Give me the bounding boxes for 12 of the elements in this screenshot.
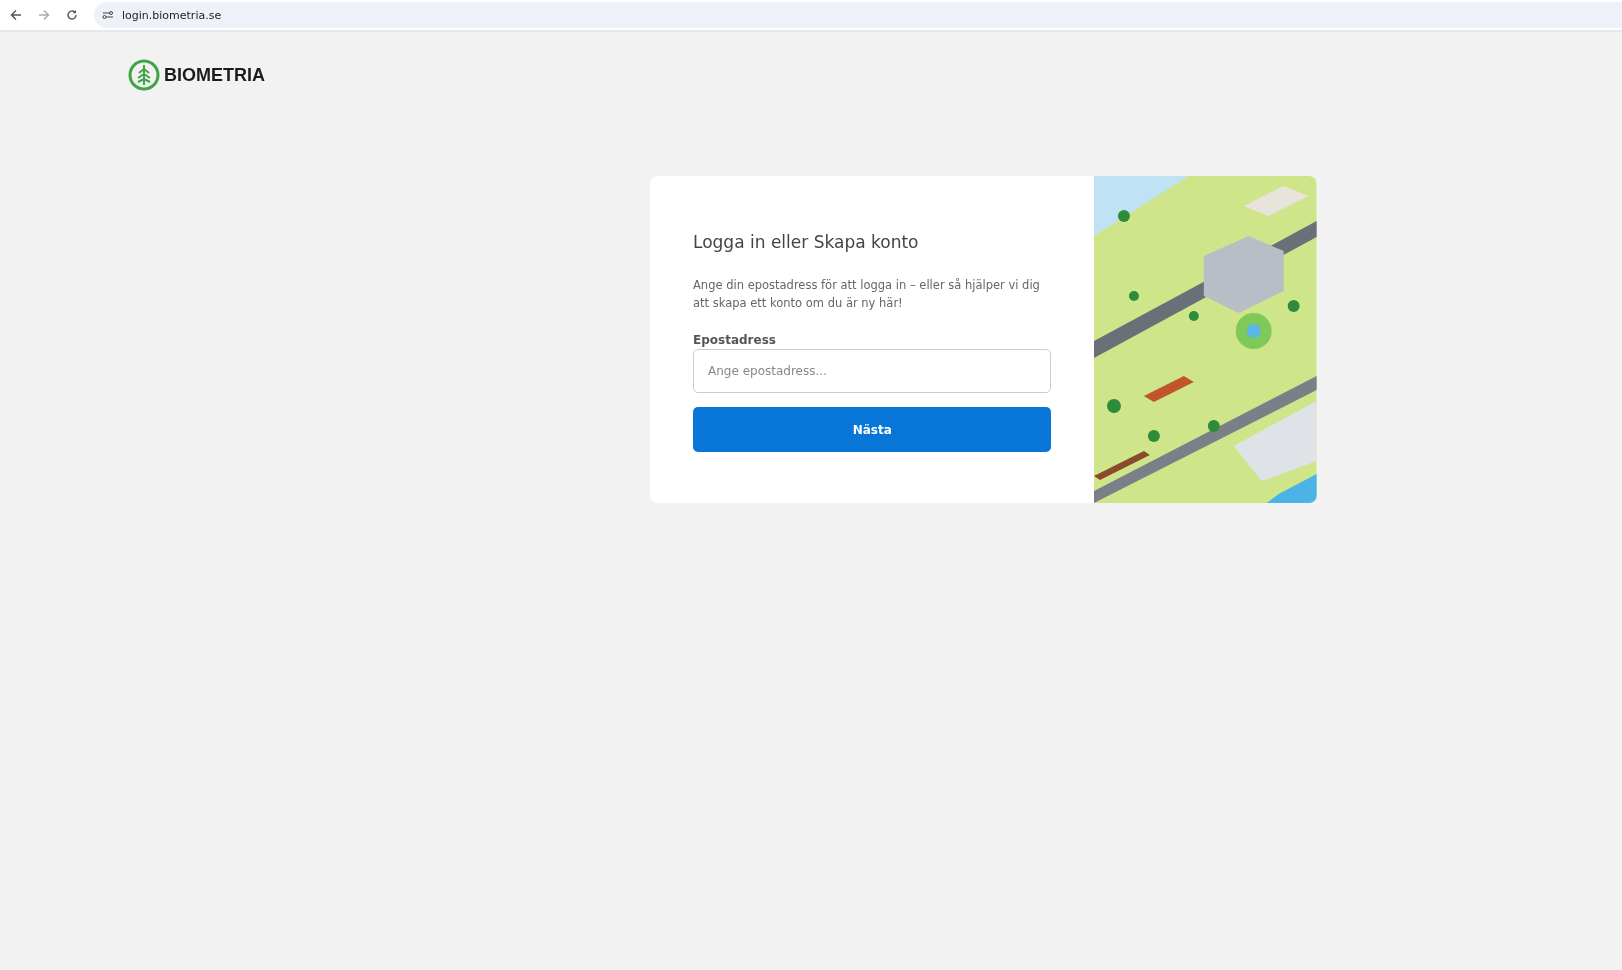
url-text: login.biometria.se — [122, 8, 222, 22]
address-bar[interactable]: login.biometria.se — [94, 2, 1622, 28]
reload-icon[interactable] — [66, 9, 78, 21]
login-title: Logga in eller Skapa konto — [693, 232, 920, 252]
site-settings-icon[interactable] — [102, 10, 114, 20]
login-description: Ange din epostadress för att logga in – eller så hjälper vi dig att skapa ett konto om du är ny här! — [693, 277, 1041, 312]
next-button[interactable]: Nästa — [693, 407, 1052, 452]
back-icon[interactable] — [10, 9, 22, 21]
field-label: Epostadress — [693, 333, 777, 347]
tree-logo-icon — [128, 59, 160, 91]
logo-text: BIOMETRIA — [164, 64, 265, 86]
email-field[interactable]: Ange epostadress... — [693, 349, 1052, 393]
